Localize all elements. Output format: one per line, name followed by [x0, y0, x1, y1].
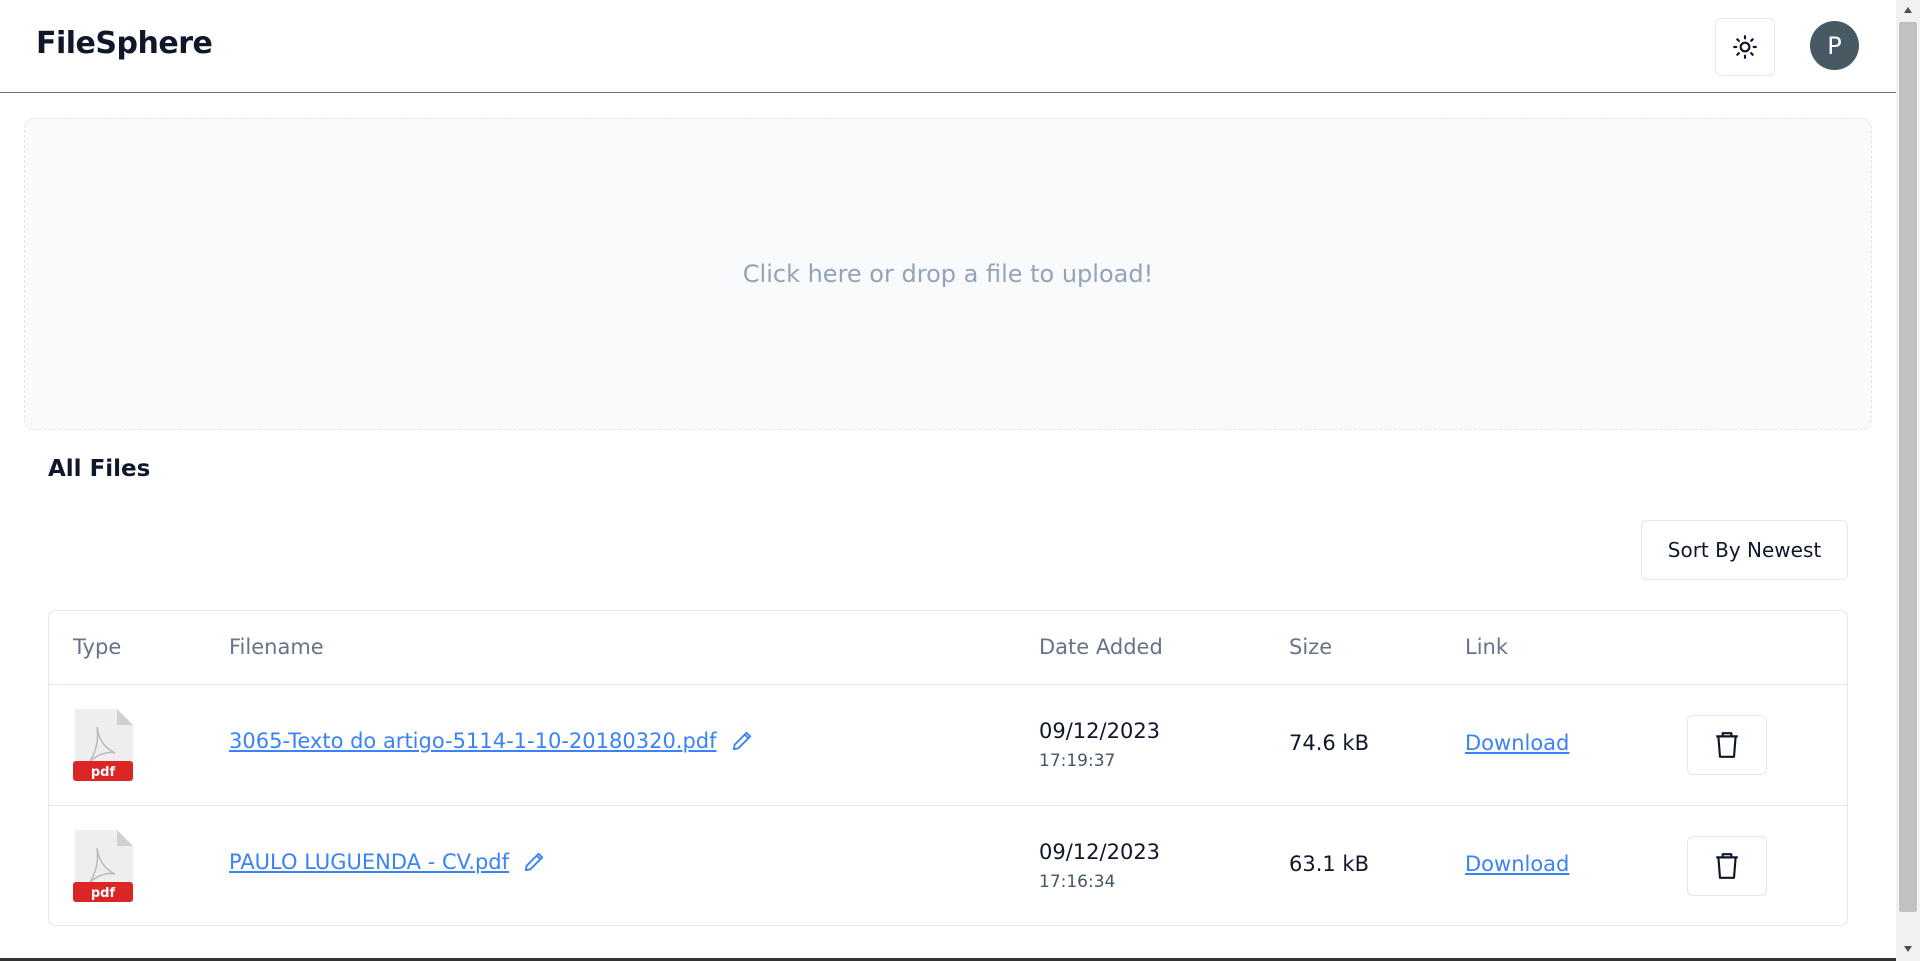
vertical-scrollbar[interactable]	[1896, 0, 1920, 961]
table-row: pdf PAULO LUGUENDA - CV.pdf 09/12/2023 1…	[49, 806, 1847, 925]
filename-link[interactable]: PAULO LUGUENDA - CV.pdf	[229, 850, 509, 874]
delete-button[interactable]	[1687, 715, 1767, 775]
scroll-down-arrow-icon[interactable]	[1896, 939, 1920, 959]
pdf-badge-label: pdf	[91, 886, 116, 901]
pdf-badge-label: pdf	[91, 765, 116, 780]
section-title: All Files	[48, 456, 151, 482]
sort-button[interactable]: Sort By Newest	[1641, 520, 1848, 580]
pdf-file-icon: pdf	[73, 830, 133, 902]
app-header: FileSphere P	[0, 0, 1896, 93]
upload-prompt: Click here or drop a file to upload!	[742, 260, 1154, 288]
pdf-file-icon: pdf	[73, 709, 133, 781]
column-header-date: Date Added	[1039, 635, 1163, 659]
pencil-icon[interactable]	[523, 851, 545, 873]
filename-link[interactable]: 3065-Texto do artigo-5114-1-10-20180320.…	[229, 729, 717, 753]
user-avatar[interactable]: P	[1810, 21, 1859, 70]
download-link[interactable]: Download	[1465, 731, 1569, 755]
trash-icon	[1716, 732, 1738, 758]
time-added: 17:16:34	[1039, 872, 1116, 892]
file-size: 63.1 kB	[1289, 852, 1370, 876]
column-header-filename: Filename	[229, 635, 324, 659]
table-row: pdf 3065-Texto do artigo-5114-1-10-20180…	[49, 685, 1847, 806]
column-header-type: Type	[73, 635, 122, 659]
column-header-size: Size	[1289, 635, 1333, 659]
sun-icon	[1733, 35, 1757, 59]
delete-button[interactable]	[1687, 836, 1767, 896]
column-header-link: Link	[1465, 635, 1509, 659]
scroll-up-arrow-icon[interactable]	[1896, 0, 1920, 20]
date-added: 09/12/2023	[1039, 840, 1161, 864]
trash-icon	[1716, 853, 1738, 879]
app-title: FileSphere	[36, 26, 213, 61]
date-added: 09/12/2023	[1039, 719, 1161, 743]
theme-toggle-button[interactable]	[1715, 18, 1775, 76]
pencil-icon[interactable]	[731, 730, 753, 752]
file-size: 74.6 kB	[1289, 731, 1370, 755]
table-header: Type Filename Date Added Size Link	[49, 611, 1847, 685]
download-link[interactable]: Download	[1465, 852, 1569, 876]
filename-cell: 3065-Texto do artigo-5114-1-10-20180320.…	[229, 729, 753, 753]
upload-dropzone[interactable]: Click here or drop a file to upload!	[24, 118, 1872, 430]
time-added: 17:19:37	[1039, 751, 1116, 771]
scrollbar-thumb[interactable]	[1899, 22, 1917, 912]
filename-cell: PAULO LUGUENDA - CV.pdf	[229, 850, 545, 874]
files-table: Type Filename Date Added Size Link pdf 3…	[48, 610, 1848, 926]
